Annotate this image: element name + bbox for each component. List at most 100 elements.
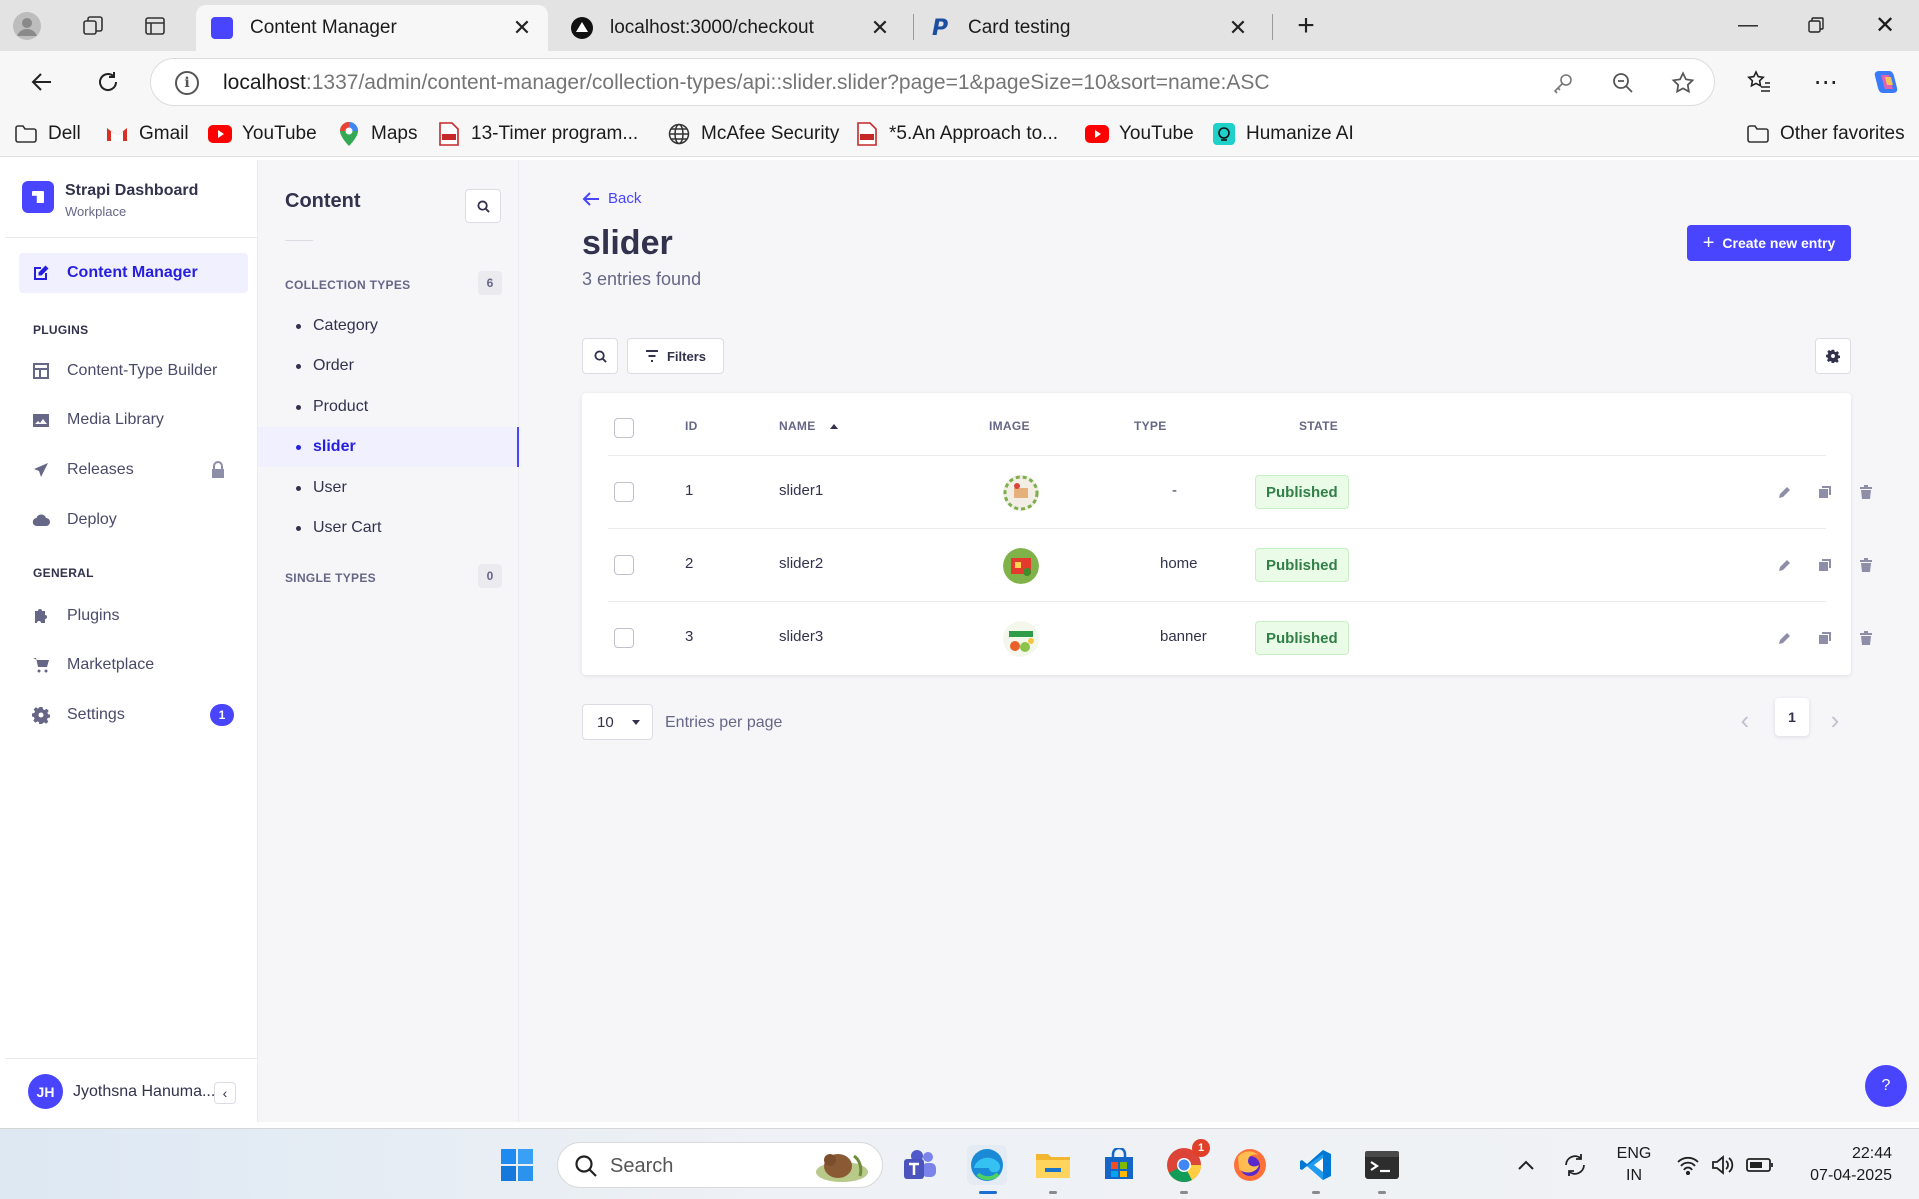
nav-content-manager[interactable]: Content Manager: [19, 253, 248, 293]
tab-checkout[interactable]: localhost:3000/checkout ✕: [556, 5, 906, 51]
new-tab-icon[interactable]: +: [1289, 9, 1323, 43]
edit-pencil-icon[interactable]: [1775, 555, 1795, 575]
view-settings-button[interactable]: [1815, 338, 1851, 374]
tab-card-testing[interactable]: P Card testing ✕: [914, 5, 1264, 51]
windows-start-icon[interactable]: [497, 1145, 537, 1185]
minimize-icon[interactable]: —: [1714, 0, 1782, 50]
page-number[interactable]: 1: [1775, 698, 1809, 736]
address-bar[interactable]: i localhost:1337/admin/content-manager/c…: [150, 58, 1715, 106]
bookmark-youtube[interactable]: YouTube: [208, 121, 317, 147]
bookmark-maps[interactable]: Maps: [337, 121, 417, 147]
zoom-out-icon[interactable]: [1609, 69, 1637, 97]
table-row[interactable]: 3 slider3 banner Published: [608, 601, 1872, 674]
duplicate-icon[interactable]: [1815, 628, 1835, 648]
help-button[interactable]: ?: [1865, 1065, 1907, 1107]
tab-content-manager[interactable]: Content Manager ✕: [196, 5, 548, 51]
sync-icon[interactable]: [1555, 1145, 1595, 1185]
row-type: home: [1160, 555, 1198, 572]
back-arrow-icon[interactable]: [22, 62, 62, 102]
edit-pencil-icon[interactable]: [1775, 482, 1795, 502]
bookmark-dell[interactable]: Dell: [14, 121, 81, 147]
collection-link-order[interactable]: Order: [258, 346, 519, 386]
bookmark-other-favorites[interactable]: Other favorites: [1746, 121, 1905, 147]
back-link[interactable]: Back: [582, 190, 641, 207]
collection-link-product[interactable]: Product: [258, 387, 519, 427]
create-new-entry-button[interactable]: + Create new entry: [1687, 225, 1851, 261]
table-row[interactable]: 1 slider1 - Published: [608, 455, 1872, 528]
copilot-icon[interactable]: [1866, 62, 1906, 102]
collection-link-user-cart[interactable]: User Cart: [258, 508, 519, 548]
close-tab-icon[interactable]: ✕: [868, 15, 892, 40]
bookmark-approach[interactable]: *5.An Approach to...: [855, 121, 1058, 147]
table-row[interactable]: 2 slider2 home Published: [608, 528, 1872, 601]
bookmark-gmail[interactable]: Gmail: [105, 121, 189, 147]
page-size-select[interactable]: 10: [582, 704, 653, 740]
favorite-star-icon[interactable]: [1669, 69, 1697, 97]
profile-icon[interactable]: [10, 9, 44, 43]
edit-pencil-icon[interactable]: [1775, 628, 1795, 648]
nav-media-library[interactable]: Media Library: [19, 400, 248, 440]
duplicate-icon[interactable]: [1815, 482, 1835, 502]
trash-icon[interactable]: [1856, 555, 1876, 575]
restore-icon[interactable]: [1782, 0, 1850, 50]
more-menu-icon[interactable]: ⋯: [1806, 62, 1846, 102]
collection-link-slider[interactable]: slider: [258, 427, 519, 467]
next-page-icon[interactable]: ›: [1819, 704, 1851, 736]
refresh-icon[interactable]: [88, 62, 128, 102]
bookmark-humanize-ai[interactable]: Humanize AI: [1212, 121, 1354, 147]
taskbar-search[interactable]: Search: [557, 1142, 883, 1188]
table-search-button[interactable]: [582, 338, 618, 374]
row-checkbox[interactable]: [614, 482, 634, 502]
site-info-icon[interactable]: i: [175, 71, 199, 95]
bookmark-timer-program[interactable]: 13-Timer program...: [437, 121, 638, 147]
filters-button[interactable]: Filters: [627, 338, 724, 374]
show-hidden-icons-chevron-icon[interactable]: [1506, 1145, 1546, 1185]
microsoft-store-icon[interactable]: [1099, 1145, 1139, 1185]
input-language[interactable]: ENG IN: [1612, 1143, 1656, 1187]
close-window-icon[interactable]: ✕: [1851, 0, 1919, 50]
nav-marketplace[interactable]: Marketplace: [19, 645, 248, 685]
vertical-tabs-icon[interactable]: [138, 9, 172, 43]
vscode-icon[interactable]: [1296, 1145, 1336, 1185]
edge-browser-icon[interactable]: [967, 1145, 1007, 1185]
column-header-type[interactable]: TYPE: [1134, 419, 1167, 433]
url-text[interactable]: localhost:1337/admin/content-manager/col…: [223, 71, 1270, 95]
select-all-checkbox[interactable]: [614, 418, 634, 438]
duplicate-icon[interactable]: [1815, 555, 1835, 575]
battery-icon[interactable]: [1740, 1145, 1780, 1185]
nav-plugins[interactable]: Plugins: [19, 596, 248, 636]
previous-page-icon[interactable]: ‹: [1729, 704, 1761, 736]
nav-deploy[interactable]: Deploy: [19, 500, 248, 540]
file-explorer-icon[interactable]: [1033, 1145, 1073, 1185]
collection-types-heading[interactable]: COLLECTION TYPES: [285, 278, 410, 292]
collapse-nav-button[interactable]: ‹: [214, 1082, 236, 1104]
nav-content-type-builder[interactable]: Content-Type Builder: [19, 351, 248, 391]
trash-icon[interactable]: [1856, 482, 1876, 502]
workspaces-icon[interactable]: [76, 9, 110, 43]
favorites-list-icon[interactable]: [1739, 62, 1779, 102]
row-checkbox[interactable]: [614, 555, 634, 575]
user-profile[interactable]: JH Jyothsna Hanuma... ‹: [5, 1058, 258, 1122]
firefox-icon[interactable]: [1230, 1145, 1270, 1185]
nav-releases[interactable]: Releases: [19, 450, 248, 490]
password-key-icon[interactable]: [1549, 69, 1577, 97]
nav-settings[interactable]: Settings 1: [19, 695, 248, 735]
close-tab-icon[interactable]: ✕: [510, 15, 534, 40]
collection-link-user[interactable]: User: [258, 468, 519, 508]
terminal-icon[interactable]: [1362, 1145, 1402, 1185]
single-types-heading[interactable]: SINGLE TYPES: [285, 571, 376, 585]
subnav-search-button[interactable]: [465, 189, 501, 223]
column-header-id[interactable]: ID: [685, 419, 698, 433]
column-header-name[interactable]: NAME: [779, 419, 838, 433]
clock[interactable]: 22:44 07-04-2025: [1796, 1143, 1892, 1187]
collection-link-category[interactable]: Category: [258, 306, 519, 346]
close-tab-icon[interactable]: ✕: [1226, 15, 1250, 40]
teams-icon[interactable]: [900, 1145, 940, 1185]
chrome-icon[interactable]: 1: [1164, 1139, 1210, 1185]
bookmark-youtube-2[interactable]: YouTube: [1085, 121, 1194, 147]
trash-icon[interactable]: [1856, 628, 1876, 648]
row-checkbox[interactable]: [614, 628, 634, 648]
volume-icon[interactable]: [1702, 1145, 1742, 1185]
column-header-state[interactable]: STATE: [1299, 419, 1338, 433]
bookmark-mcafee[interactable]: McAfee Security: [667, 121, 839, 147]
